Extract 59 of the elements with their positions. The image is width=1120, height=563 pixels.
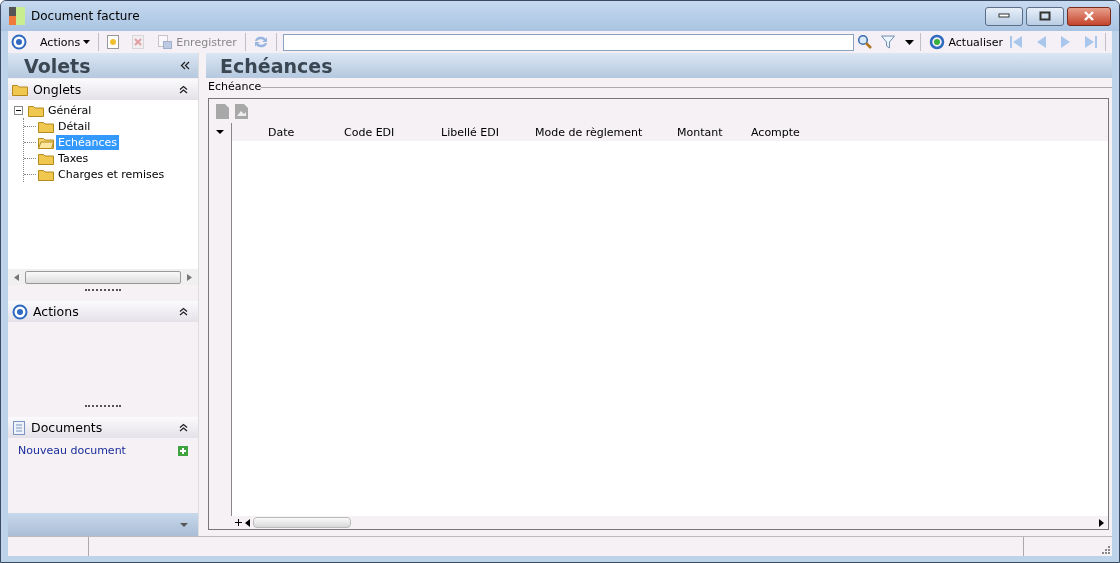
dropdown-caret-icon[interactable] <box>905 39 915 45</box>
column-header[interactable]: Date <box>268 125 344 139</box>
tree-item[interactable]: Détail <box>56 118 93 134</box>
add-row-icon[interactable] <box>235 519 242 526</box>
folder-icon <box>12 83 28 96</box>
collapse-icon[interactable] <box>179 85 188 94</box>
folder-icon <box>38 135 54 149</box>
folder-icon <box>38 119 54 133</box>
page-title: Echéances <box>220 54 333 77</box>
minimize-icon <box>998 13 1010 19</box>
actions-icon <box>11 34 27 50</box>
actions-menu[interactable]: Actions <box>38 32 93 52</box>
close-button[interactable] <box>1067 6 1111 26</box>
collapse-icon[interactable] <box>179 423 188 432</box>
refresh-icon <box>929 34 946 50</box>
actions-icon <box>12 303 28 320</box>
document-icon[interactable] <box>216 103 229 119</box>
column-header[interactable]: Code EDI <box>344 125 441 139</box>
column-header[interactable]: Acompte <box>751 125 821 139</box>
column-header[interactable]: Montant <box>677 125 751 139</box>
resize-grip-icon[interactable] <box>1101 545 1110 554</box>
column-header[interactable]: Libellé EDI <box>441 125 535 139</box>
minimize-button[interactable] <box>985 6 1023 26</box>
folder-icon <box>28 103 44 117</box>
scrollbar-thumb[interactable] <box>253 517 351 528</box>
search-icon[interactable] <box>857 34 874 50</box>
scroll-left-icon[interactable] <box>245 518 250 527</box>
column-header[interactable]: Mode de règlement <box>535 125 677 139</box>
section-header[interactable]: Onglets <box>8 79 198 100</box>
refresh-button[interactable]: Actualiser <box>927 32 1005 52</box>
collapse-icon[interactable] <box>179 307 188 316</box>
window-title: Document facture <box>31 9 141 23</box>
panel-title: Volets <box>24 54 91 77</box>
scroll-right-icon[interactable] <box>1099 518 1104 527</box>
folder-icon <box>38 151 54 165</box>
new-document-link[interactable]: Nouveau document <box>18 444 126 457</box>
tree-item[interactable]: Charges et remises <box>56 166 167 182</box>
scrollbar-thumb[interactable] <box>25 270 181 284</box>
maximize-button[interactable] <box>1026 6 1064 26</box>
save-icon <box>157 34 174 50</box>
section-header[interactable]: Actions <box>8 301 198 322</box>
app-logo-icon <box>9 7 27 25</box>
filter-icon[interactable] <box>880 34 897 50</box>
search-field[interactable] <box>282 33 855 51</box>
new-document-icon[interactable] <box>105 34 122 50</box>
dropdown-caret-icon[interactable] <box>216 130 224 134</box>
collapse-toggle-icon[interactable] <box>14 105 23 115</box>
image-document-icon[interactable] <box>235 103 248 119</box>
folder-icon <box>38 167 54 181</box>
collapse-panel-icon[interactable] <box>180 61 190 70</box>
add-icon[interactable] <box>178 445 188 456</box>
caret-icon <box>83 40 91 44</box>
tree-item[interactable]: Taxes <box>56 150 91 166</box>
group-label: Echéance <box>208 79 262 93</box>
tree-item[interactable]: Général <box>46 102 94 118</box>
document-icon <box>12 419 26 436</box>
restore-icon <box>1039 11 1051 21</box>
close-icon <box>1083 11 1095 21</box>
section-header[interactable]: Documents <box>8 417 198 438</box>
